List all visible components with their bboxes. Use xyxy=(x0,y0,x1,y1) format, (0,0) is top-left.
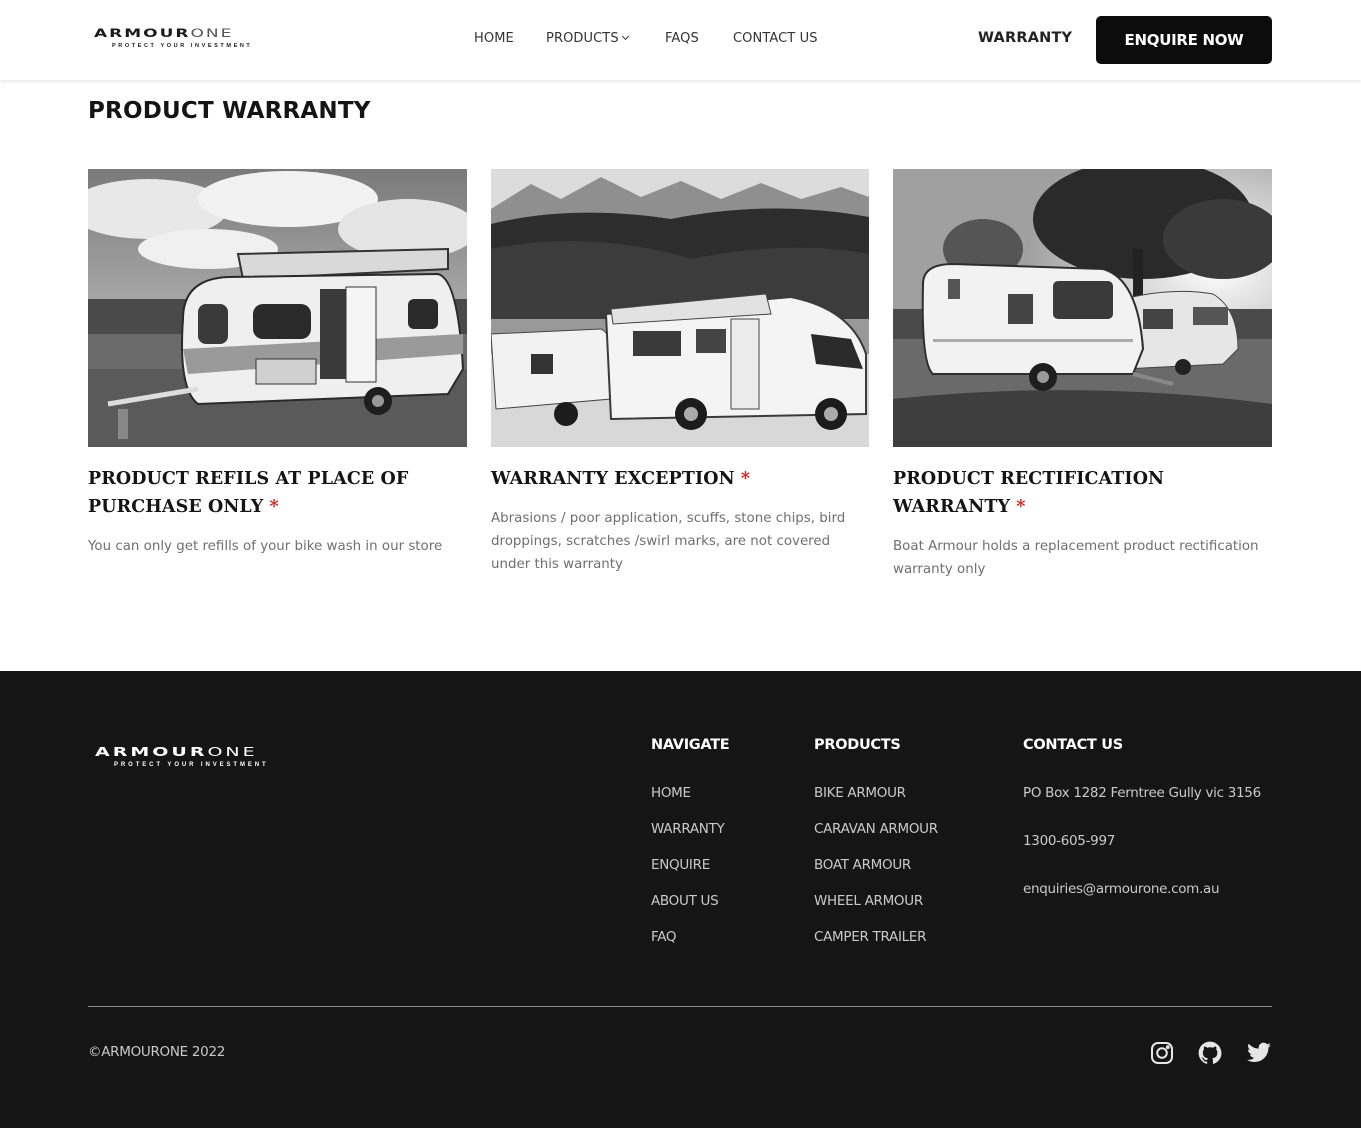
footer-link-boat-armour[interactable]: BOAT ARMOUR xyxy=(814,857,938,893)
footer-navigate-column: NAVIGATE HOME WARRANTY ENQUIRE ABOUT US … xyxy=(651,737,730,965)
card-text: You can only get refills of your bike wa… xyxy=(88,539,443,554)
page-title: PRODUCT WARRANTY xyxy=(88,98,371,124)
site-footer: ARMOURONE PROTECT YOUR INVESTMENT NAVIGA… xyxy=(0,671,1361,1128)
nav-products[interactable]: PRODUCTS xyxy=(546,31,629,46)
card-title: PRODUCT REFILS AT PLACE OF PURCHASE ONLY… xyxy=(88,469,409,517)
warranty-card: PRODUCT REFILS AT PLACE OF PURCHASE ONLY… xyxy=(88,169,467,558)
site-header: ARMOURONE PROTECT YOUR INVESTMENT HOME P… xyxy=(0,0,1361,80)
card-text: Boat Armour holds a replacement product … xyxy=(893,539,1259,577)
footer-link-warranty[interactable]: WARRANTY xyxy=(651,821,729,857)
footer-link-wheel-armour[interactable]: WHEEL ARMOUR xyxy=(814,893,938,929)
caravan-popup-top-photo xyxy=(88,169,467,447)
motorhome-mountains-photo xyxy=(491,169,869,447)
copyright-text: ©ARMOURONE 2022 xyxy=(88,1044,226,1060)
footer-link-bike-armour[interactable]: BIKE ARMOUR xyxy=(814,785,938,821)
caravans-under-tree-photo xyxy=(893,169,1272,447)
footer-link-caravan-armour[interactable]: CARAVAN ARMOUR xyxy=(814,821,938,857)
footer-divider xyxy=(88,1006,1272,1007)
github-icon[interactable] xyxy=(1197,1040,1223,1066)
warranty-link[interactable]: WARRANTY xyxy=(978,30,1072,46)
card-text: Abrasions / poor application, scuffs, st… xyxy=(491,511,846,572)
instagram-icon[interactable] xyxy=(1149,1040,1175,1066)
footer-contact-column: CONTACT US PO Box 1282 Ferntree Gully vi… xyxy=(1023,737,1261,929)
brand-logo[interactable]: ARMOURONE PROTECT YOUR INVESTMENT xyxy=(94,28,314,54)
card-title: PRODUCT RECTIFICATION WARRANTY * xyxy=(893,469,1165,517)
footer-link-faq[interactable]: FAQ xyxy=(651,929,729,965)
footer-link-camper-trailer[interactable]: CAMPER TRAILER xyxy=(814,929,938,965)
nav-home[interactable]: HOME xyxy=(474,31,514,46)
chevron-down-icon xyxy=(621,32,629,41)
footer-address: PO Box 1282 Ferntree Gully vic 3156 xyxy=(1023,785,1261,801)
twitter-icon[interactable] xyxy=(1246,1040,1272,1066)
footer-logo[interactable]: ARMOURONE PROTECT YOUR INVESTMENT xyxy=(95,746,335,776)
warranty-card: WARRANTY EXCEPTION * Abrasions / poor ap… xyxy=(491,169,869,576)
footer-products-column: PRODUCTS BIKE ARMOUR CARAVAN ARMOUR BOAT… xyxy=(814,737,938,965)
warranty-card: PRODUCT RECTIFICATION WARRANTY * Boat Ar… xyxy=(893,169,1272,581)
footer-heading: PRODUCTS xyxy=(814,737,901,753)
footer-email[interactable]: enquiries@armourone.com.au xyxy=(1023,881,1261,929)
footer-heading: NAVIGATE xyxy=(651,737,730,753)
nav-contact-us[interactable]: CONTACT US xyxy=(733,31,818,46)
enquire-now-button[interactable]: ENQUIRE NOW xyxy=(1096,16,1272,64)
footer-link-about-us[interactable]: ABOUT US xyxy=(651,893,729,929)
footer-link-home[interactable]: HOME xyxy=(651,785,729,821)
footer-phone[interactable]: 1300-605-997 xyxy=(1023,833,1261,881)
footer-heading: CONTACT US xyxy=(1023,737,1123,753)
card-title: WARRANTY EXCEPTION * xyxy=(491,469,751,489)
footer-link-enquire[interactable]: ENQUIRE xyxy=(651,857,729,893)
nav-faqs[interactable]: FAQS xyxy=(665,31,699,46)
